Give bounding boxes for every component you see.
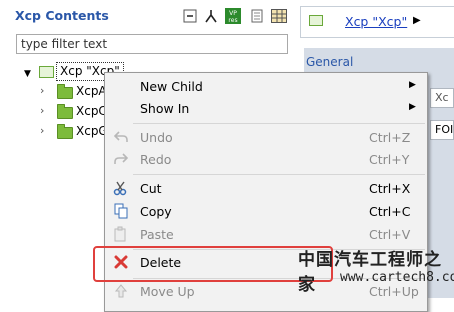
move-up-icon (113, 283, 129, 299)
tree-item[interactable]: › XcpG (0, 121, 110, 141)
svg-text:res: res (228, 17, 237, 24)
menu-item-redo[interactable]: Redo Ctrl+Y (105, 148, 427, 171)
menu-item-shortcut: Ctrl+Y (369, 152, 410, 167)
undo-icon (113, 129, 129, 145)
menu-item-shortcut: Ctrl+V (369, 227, 411, 242)
menu-item-shortcut: Ctrl+Z (369, 130, 411, 145)
breadcrumb-arrow-icon[interactable]: ▶ (413, 15, 421, 26)
tree-item-label: XcpA (76, 84, 107, 98)
menu-item-label: New Child (140, 79, 203, 94)
link-icon[interactable] (204, 9, 218, 23)
menu-separator (133, 123, 425, 124)
expand-right-icon[interactable]: › (40, 101, 44, 121)
document-icon[interactable] (250, 9, 264, 23)
breadcrumb-link[interactable]: Xcp "Xcp" (345, 14, 407, 29)
watermark-url: www.cartech8.com (340, 270, 454, 285)
breadcrumb: Xcp "Xcp" ▶ (300, 6, 454, 38)
folder-icon (57, 84, 73, 99)
folder-icon (57, 124, 73, 139)
redo-icon (113, 151, 129, 167)
xcp-module-icon (39, 66, 54, 78)
tab-general[interactable]: General (306, 55, 353, 69)
copy-icon (113, 203, 129, 219)
panel-header: Xcp Contents VP res (0, 0, 296, 32)
menu-item-shortcut: Ctrl+X (369, 181, 411, 196)
delete-highlight-box (93, 246, 333, 282)
menu-item-undo[interactable]: Undo Ctrl+Z (105, 126, 427, 149)
collapse-all-icon[interactable] (183, 9, 197, 23)
tree-item-label: XcpG (76, 124, 108, 138)
menu-item-cut[interactable]: Cut Ctrl+X (105, 177, 427, 200)
paste-icon (113, 226, 129, 242)
value-field[interactable]: FOI (430, 120, 454, 140)
menu-item-show-in[interactable]: Show In ▶ (105, 97, 427, 120)
menu-item-label: Undo (140, 130, 173, 145)
svg-text:VP: VP (229, 10, 237, 17)
tree-item-label: XcpC (76, 104, 107, 118)
menu-item-label: Cut (140, 181, 162, 196)
submenu-arrow-icon: ▶ (409, 102, 416, 112)
scissors-icon (113, 180, 129, 196)
menu-item-label: Paste (140, 227, 174, 242)
name-field[interactable]: Xc (430, 88, 454, 108)
menu-item-paste[interactable]: Paste Ctrl+V (105, 223, 427, 246)
submenu-arrow-icon: ▶ (409, 80, 416, 90)
xcp-module-icon (309, 15, 323, 29)
menu-item-shortcut: Ctrl+C (369, 204, 411, 219)
tree-item[interactable]: › XcpC (0, 101, 110, 121)
grid-icon[interactable] (271, 9, 287, 23)
folder-icon (57, 104, 73, 119)
menu-item-label: Move Up (140, 284, 195, 299)
menu-separator (133, 174, 425, 175)
vp-res-icon[interactable]: VP res (225, 8, 241, 24)
menu-item-copy[interactable]: Copy Ctrl+C (105, 200, 427, 223)
filter-input[interactable] (16, 34, 288, 54)
expand-right-icon[interactable]: › (40, 81, 44, 101)
tree-item[interactable]: › XcpA (0, 81, 110, 101)
menu-item-label: Redo (140, 152, 172, 167)
expand-right-icon[interactable]: › (40, 121, 44, 141)
menu-item-label: Copy (140, 204, 172, 219)
panel-title: Xcp Contents (15, 8, 109, 23)
menu-item-new-child[interactable]: New Child ▶ (105, 75, 427, 98)
menu-item-label: Show In (140, 101, 190, 116)
